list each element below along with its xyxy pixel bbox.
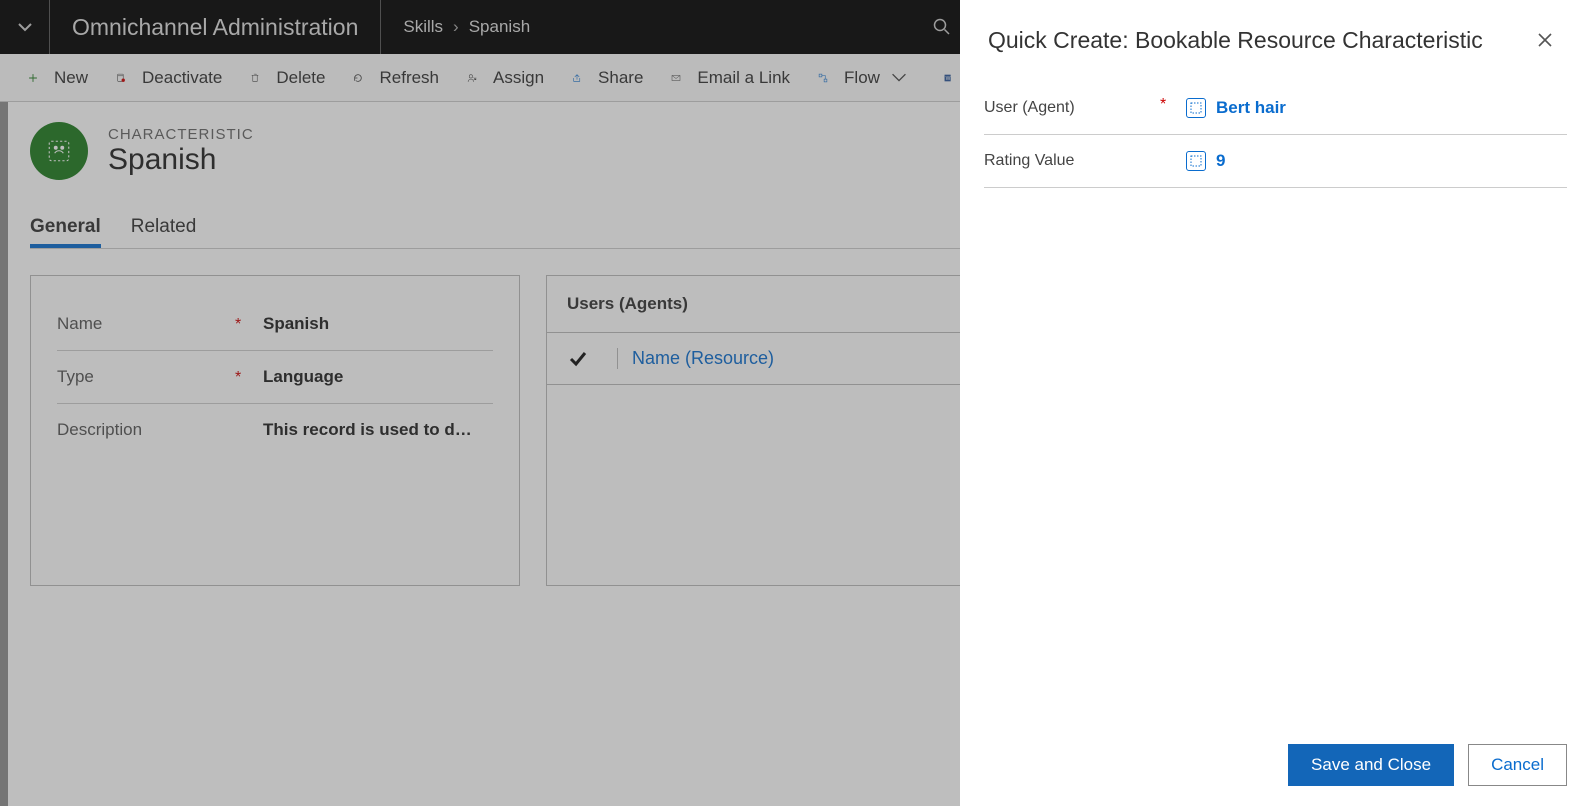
field-type[interactable]: Type * Language — [57, 351, 493, 404]
qc-label-user: User (Agent) — [984, 99, 1154, 117]
quick-create-title: Quick Create: Bookable Resource Characte… — [988, 27, 1483, 54]
quick-create-panel: Quick Create: Bookable Resource Characte… — [960, 0, 1591, 806]
flow-icon — [818, 69, 836, 87]
search-button[interactable] — [933, 18, 951, 36]
deactivate-icon — [116, 69, 134, 87]
value-description[interactable]: This record is used to defin — [227, 420, 477, 440]
required-indicator: * — [235, 369, 241, 387]
qc-field-rating-value[interactable]: Rating Value 9 — [984, 135, 1567, 188]
qc-field-user-agent[interactable]: User (Agent) * Bert hair — [984, 82, 1567, 135]
qc-user-text: Bert hair — [1216, 98, 1286, 118]
scrollbar[interactable] — [0, 102, 8, 806]
column-name-resource[interactable]: Name (Resource) — [617, 348, 774, 369]
cmd-share-label: Share — [598, 68, 643, 88]
cmd-flow[interactable]: Flow — [804, 54, 930, 102]
value-type[interactable]: Language — [227, 367, 343, 387]
assign-icon — [467, 69, 485, 87]
cmd-share[interactable]: Share — [558, 54, 657, 102]
cmd-email-label: Email a Link — [697, 68, 790, 88]
lookup-icon — [1186, 98, 1206, 118]
cmd-new[interactable]: New — [14, 54, 102, 102]
cmd-assign-label: Assign — [493, 68, 544, 88]
cmd-refresh[interactable]: Refresh — [339, 54, 453, 102]
save-and-close-button[interactable]: Save and Close — [1288, 744, 1454, 786]
refresh-icon — [353, 69, 371, 87]
form-section-general: Name * Spanish Type * Language Descripti… — [30, 275, 520, 586]
nav-expand-button[interactable] — [0, 0, 50, 54]
cmd-delete-label: Delete — [276, 68, 325, 88]
breadcrumb-skills[interactable]: Skills — [403, 17, 443, 37]
share-icon — [572, 69, 590, 87]
chevron-right-icon: › — [453, 17, 459, 37]
label-description: Description — [57, 420, 227, 440]
email-icon — [671, 69, 689, 87]
record-title: Spanish — [108, 143, 254, 177]
cmd-email-link[interactable]: Email a Link — [657, 54, 804, 102]
required-indicator: * — [1160, 96, 1166, 114]
cmd-flow-label: Flow — [844, 68, 880, 88]
chevron-down-icon — [17, 19, 33, 35]
plus-icon — [28, 69, 46, 87]
entity-label: CHARACTERISTIC — [108, 126, 254, 143]
field-description[interactable]: Description This record is used to defin — [57, 404, 493, 456]
required-indicator: * — [235, 316, 241, 334]
label-type: Type — [57, 367, 227, 387]
field-name[interactable]: Name * Spanish — [57, 298, 493, 351]
cancel-button[interactable]: Cancel — [1468, 744, 1567, 786]
app-name[interactable]: Omnichannel Administration — [50, 0, 381, 54]
checkmark-icon — [567, 348, 589, 370]
lookup-icon — [1186, 151, 1206, 171]
tab-general[interactable]: General — [30, 210, 101, 248]
cmd-refresh-label: Refresh — [379, 68, 439, 88]
trash-icon — [250, 69, 268, 87]
qc-label-rating: Rating Value — [984, 152, 1154, 170]
cmd-new-label: New — [54, 68, 88, 88]
close-icon — [1537, 32, 1553, 48]
cmd-delete[interactable]: Delete — [236, 54, 339, 102]
close-button[interactable] — [1531, 26, 1559, 54]
quick-create-footer: Save and Close Cancel — [960, 728, 1591, 806]
qc-value-user[interactable]: Bert hair — [1154, 98, 1286, 118]
value-name[interactable]: Spanish — [227, 314, 329, 334]
cmd-assign[interactable]: Assign — [453, 54, 558, 102]
cmd-deactivate[interactable]: Deactivate — [102, 54, 236, 102]
label-name: Name — [57, 314, 227, 334]
cmd-deactivate-label: Deactivate — [142, 68, 222, 88]
search-icon — [933, 18, 951, 36]
qc-value-rating[interactable]: 9 — [1154, 151, 1225, 171]
svg-text:W: W — [946, 76, 951, 82]
chevron-down-icon — [890, 69, 908, 87]
breadcrumb-spanish[interactable]: Spanish — [469, 17, 530, 37]
select-all-checkbox[interactable] — [567, 348, 617, 370]
entity-icon — [30, 122, 88, 180]
tab-related[interactable]: Related — [131, 210, 197, 248]
breadcrumb: Skills › Spanish — [381, 17, 530, 37]
qc-rating-text: 9 — [1216, 151, 1225, 171]
